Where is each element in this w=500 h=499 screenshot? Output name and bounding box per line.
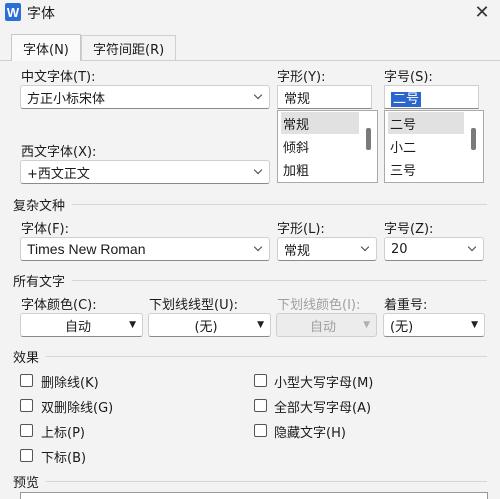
style-input[interactable]: 常规 bbox=[277, 85, 372, 109]
hidden-text-label[interactable]: 隐藏文字(H) bbox=[274, 422, 346, 441]
size-input[interactable]: 二号 bbox=[384, 85, 479, 109]
complex-font-select[interactable]: Times New Roman bbox=[20, 237, 270, 261]
complex-style-label: 字形(L): bbox=[277, 222, 325, 237]
emphasis-mark-label: 着重号: bbox=[384, 298, 428, 313]
tab-character-spacing[interactable]: 字符间距(R) bbox=[81, 35, 177, 60]
latin-font-select[interactable]: +西文正文 bbox=[20, 160, 270, 184]
complex-style-value: 常规 bbox=[284, 243, 311, 259]
size-listbox[interactable]: 二号 小二 三号 bbox=[384, 110, 484, 183]
section-divider bbox=[46, 356, 487, 357]
caret-down-icon: ▼ bbox=[363, 320, 370, 330]
complex-style-select[interactable]: 常规 bbox=[277, 237, 377, 261]
underline-style-value: (无) bbox=[194, 319, 218, 335]
style-listbox[interactable]: 常规 倾斜 加粗 bbox=[277, 110, 378, 183]
font-color-value: 自动 bbox=[65, 319, 92, 335]
strikethrough-label[interactable]: 删除线(K) bbox=[41, 372, 99, 391]
list-item[interactable]: 常规 bbox=[281, 112, 359, 134]
all-caps-label[interactable]: 全部大写字母(A) bbox=[274, 397, 371, 416]
chevron-down-icon bbox=[253, 244, 263, 254]
list-item[interactable]: 二号 bbox=[388, 112, 464, 134]
list-item[interactable]: 倾斜 bbox=[281, 135, 359, 157]
emphasis-mark-select[interactable]: (无) ▼ bbox=[383, 313, 485, 337]
tab-font[interactable]: 字体(N) bbox=[11, 34, 81, 61]
small-caps-label[interactable]: 小型大写字母(M) bbox=[274, 372, 373, 391]
underline-style-label: 下划线线型(U): bbox=[149, 298, 239, 313]
section-divider bbox=[46, 481, 487, 482]
style-value: 常规 bbox=[284, 91, 311, 107]
subscript-checkbox[interactable] bbox=[20, 449, 33, 462]
section-divider bbox=[72, 204, 487, 205]
complex-size-label: 字号(Z): bbox=[384, 222, 434, 237]
chevron-down-icon bbox=[467, 244, 477, 254]
cjk-font-value: 方正小标宋体 bbox=[27, 91, 106, 107]
scrollbar-thumb[interactable] bbox=[366, 128, 371, 150]
chevron-down-icon bbox=[253, 92, 263, 102]
section-divider bbox=[72, 280, 487, 281]
double-strikethrough-label[interactable]: 双删除线(G) bbox=[41, 397, 113, 416]
close-icon[interactable]: ✕ bbox=[470, 0, 494, 24]
chevron-down-icon bbox=[360, 244, 370, 254]
underline-style-select[interactable]: (无) ▼ bbox=[148, 313, 271, 337]
wps-writer-icon: W bbox=[5, 3, 21, 21]
subscript-label[interactable]: 下标(B) bbox=[41, 447, 86, 466]
cjk-font-label: 中文字体(T): bbox=[21, 70, 96, 85]
chevron-down-icon bbox=[253, 167, 263, 177]
list-item[interactable]: 三号 bbox=[388, 158, 464, 180]
preview-box bbox=[20, 492, 488, 499]
font-color-select[interactable]: 自动 ▼ bbox=[20, 313, 143, 337]
latin-font-value: +西文正文 bbox=[27, 166, 90, 182]
all-text-section-title: 所有文字 bbox=[13, 275, 66, 290]
list-item[interactable]: 加粗 bbox=[281, 158, 359, 180]
list-item[interactable]: 小二 bbox=[388, 135, 464, 157]
effects-section-title: 效果 bbox=[13, 351, 40, 366]
underline-color-select: 自动 ▼ bbox=[276, 313, 377, 337]
emphasis-mark-value: (无) bbox=[390, 319, 414, 335]
size-label: 字号(S): bbox=[384, 70, 433, 85]
size-value: 二号 bbox=[391, 91, 422, 107]
superscript-label[interactable]: 上标(P) bbox=[41, 422, 85, 441]
complex-font-label: 字体(F): bbox=[21, 222, 70, 237]
hidden-text-checkbox[interactable] bbox=[254, 424, 267, 437]
window-title: 字体 bbox=[27, 6, 55, 22]
cjk-font-select[interactable]: 方正小标宋体 bbox=[20, 85, 270, 109]
underline-color-value: 自动 bbox=[310, 319, 337, 335]
all-caps-checkbox[interactable] bbox=[254, 399, 267, 412]
double-strikethrough-checkbox[interactable] bbox=[20, 399, 33, 412]
style-label: 字形(Y): bbox=[277, 70, 326, 85]
complex-font-value: Times New Roman bbox=[27, 241, 146, 257]
strikethrough-checkbox[interactable] bbox=[20, 374, 33, 387]
complex-size-value: 20 bbox=[391, 241, 408, 257]
caret-down-icon: ▼ bbox=[257, 320, 264, 330]
preview-section-title: 预览 bbox=[13, 476, 40, 491]
scrollbar-thumb[interactable] bbox=[471, 128, 476, 150]
latin-font-label: 西文字体(X): bbox=[21, 145, 97, 160]
caret-down-icon: ▼ bbox=[471, 320, 478, 330]
superscript-checkbox[interactable] bbox=[20, 424, 33, 437]
complex-size-select[interactable]: 20 bbox=[384, 237, 484, 261]
font-color-label: 字体颜色(C): bbox=[21, 298, 97, 313]
underline-color-label: 下划线颜色(I): bbox=[277, 298, 361, 313]
title-bar bbox=[0, 0, 500, 30]
complex-section-title: 复杂文种 bbox=[13, 199, 66, 214]
small-caps-checkbox[interactable] bbox=[254, 374, 267, 387]
caret-down-icon: ▼ bbox=[129, 320, 136, 330]
